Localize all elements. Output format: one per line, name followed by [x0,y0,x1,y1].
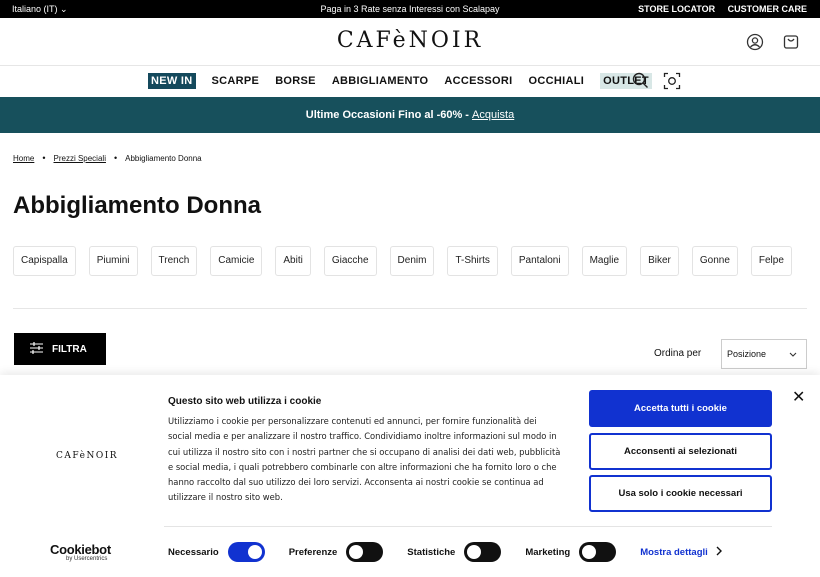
category-chip[interactable]: Camicie [210,246,263,276]
store-locator-link[interactable]: STORE LOCATOR [638,4,715,14]
category-chip[interactable]: Maglie [581,246,628,276]
toggle-label-preferenze: Preferenze [288,546,338,558]
category-chip[interactable]: Denim [389,246,435,276]
show-details-label: Mostra dettagli [640,546,708,558]
category-chip[interactable]: T-Shirts [447,246,498,276]
toggle-label-statistiche: Statistiche [407,546,456,558]
toggle-label-marketing: Marketing [525,546,571,558]
necessary-only-button[interactable]: Usa solo i cookie necessari [589,475,772,512]
category-chip[interactable]: Abiti [275,246,311,276]
banner-shop-link[interactable]: Acquista [472,109,514,121]
customer-care-link[interactable]: CUSTOMER CARE [728,4,807,14]
toggle-knob [247,545,262,559]
nav-item-borse[interactable]: BORSE [275,73,316,89]
cart-icon[interactable] [782,33,800,51]
category-chip[interactable]: Pantaloni [510,246,569,276]
cookiebot-brand: Cookiebot [50,542,111,557]
toggle-knob [582,545,597,559]
cookie-brand-logo: CAFèNOIR [56,451,119,461]
breadcrumb-home[interactable]: Home [13,154,34,163]
page-title: Abbigliamento Donna [13,192,261,219]
banner-text: Ultime Occasioni Fino al -60% - [305,109,473,121]
toggle-knob [467,545,482,559]
divider [13,308,807,309]
nav-item-occhiali[interactable]: OCCHIALI [529,73,585,89]
accept-all-cookies-button[interactable]: Accetta tutti i cookie [589,390,772,427]
site-header: CAFèNOIR [0,18,820,66]
cookie-consent-dialog: CAFèNOIR Questo sito web utilizza i cook… [0,375,820,577]
sort-label: Ordina per [654,348,702,359]
cookiebot-logo: Cookiebot by Usercentrics [50,542,111,562]
top-utility-bar: Italiano (IT) ⌄ Paga in 3 Rate senza Int… [0,0,820,18]
account-icon[interactable] [746,33,764,51]
category-chip[interactable]: Giacche [323,246,377,276]
toggle-statistiche[interactable] [464,542,502,562]
nav-item-accessori[interactable]: ACCESSORI [444,73,512,89]
nav-item-scarpe[interactable]: SCARPE [212,73,260,89]
main-navigation: NEW IN SCARPE BORSE ABBIGLIAMENTO ACCESS… [0,66,820,97]
close-icon[interactable]: ✕ [792,387,805,407]
filter-label: FILTRA [52,343,87,355]
cookie-title: Questo sito web utilizza i cookie [168,396,322,407]
breadcrumb-current: Abbigliamento Donna [125,153,202,163]
toggle-knob [349,545,364,559]
accept-selected-button[interactable]: Acconsenti ai selezionati [589,433,772,470]
category-chip[interactable]: Trench [150,246,198,276]
toggle-necessario[interactable] [227,542,265,562]
divider [164,526,772,527]
category-chip[interactable]: Biker [640,246,679,276]
toggle-marketing[interactable] [579,542,617,562]
category-chip[interactable]: Gonne [691,246,738,276]
toggle-label-necessario: Necessario [168,546,219,558]
category-chips: Capispalla Piumini Trench Camicie Abiti … [13,246,792,276]
category-chip[interactable]: Capispalla [13,246,76,276]
nav-item-new-in[interactable]: NEW IN [148,73,196,89]
toggle-preferenze[interactable] [346,542,384,562]
sort-selected-value: Posizione [727,349,767,359]
category-chip[interactable]: Piumini [88,246,138,276]
search-icon[interactable] [632,72,649,95]
breadcrumb-separator: • [113,153,118,163]
promo-banner: Ultime Occasioni Fino al -60% - Acquista [0,97,820,133]
breadcrumb-prezzi-speciali[interactable]: Prezzi Speciali [54,154,106,163]
breadcrumb: Home • Prezzi Speciali • Abbigliamento D… [13,153,202,163]
nav-item-abbigliamento[interactable]: ABBIGLIAMENTO [332,73,429,89]
consent-toggles: Necessario Preferenze Statistiche Market… [168,542,722,562]
breadcrumb-separator: • [42,153,46,163]
visual-search-icon[interactable] [663,72,681,95]
cookie-description: Utilizziamo i cookie per personalizzare … [168,416,561,503]
category-chip[interactable]: Felpe [750,246,792,276]
filter-button[interactable]: FILTRA [14,333,106,365]
sort-select[interactable]: Posizione [721,339,807,369]
show-details-link[interactable]: Mostra dettagli [640,546,722,559]
brand-logo[interactable]: CAFèNOIR [0,28,820,53]
sliders-icon [30,341,43,357]
chevron-right-icon [716,546,722,559]
